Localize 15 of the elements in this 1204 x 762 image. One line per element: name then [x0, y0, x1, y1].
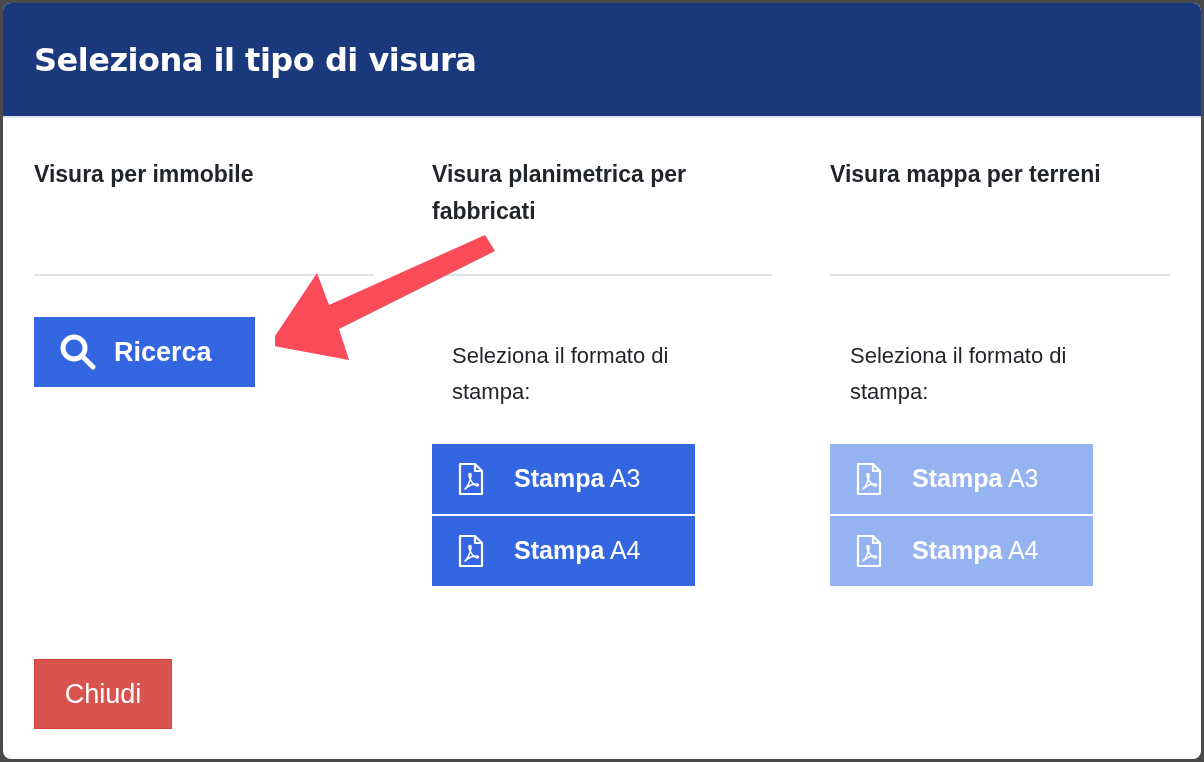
pdf-file-icon	[856, 462, 882, 496]
pdf-file-icon	[856, 534, 882, 568]
column-heading: Visura planimetrica per fabbricati	[432, 160, 687, 226]
search-icon	[58, 332, 98, 372]
print-format-prompt: Seleziona il formato di stampa:	[849, 342, 1068, 406]
close-button[interactable]: Chiudi	[34, 659, 172, 729]
column-heading: Visura per immobile	[34, 160, 255, 189]
column-heading: Visura mappa per terreni	[830, 160, 1102, 189]
search-button[interactable]: Ricerca	[34, 317, 255, 387]
print-format-prompt: Seleziona il formato di stampa:	[451, 342, 670, 406]
print-button[interactable]: Stampa A3	[432, 444, 695, 514]
dialog-title: Seleziona il tipo di visura	[34, 39, 477, 81]
print-button[interactable]: Stampa A4	[432, 516, 695, 586]
pdf-file-icon	[458, 462, 484, 496]
pdf-file-icon	[458, 534, 484, 568]
